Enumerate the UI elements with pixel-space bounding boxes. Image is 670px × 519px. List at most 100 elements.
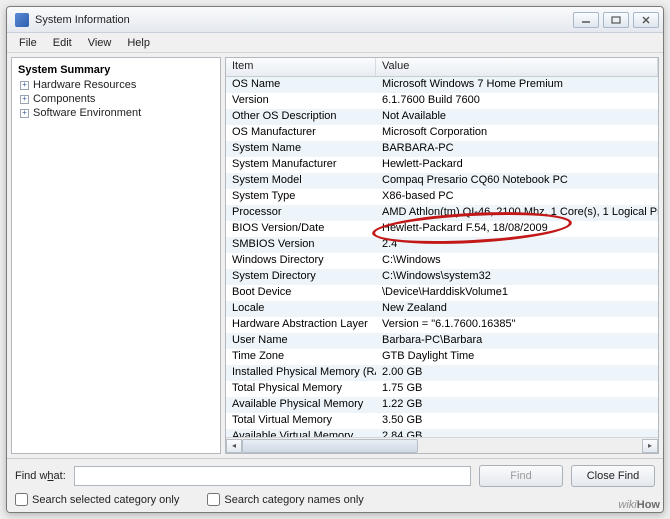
scroll-track[interactable] xyxy=(242,439,642,453)
expand-icon[interactable]: + xyxy=(20,109,29,118)
table-row[interactable]: Available Physical Memory1.22 GB xyxy=(226,397,658,413)
cell-value: AMD Athlon(tm) QI-46, 2100 Mhz, 1 Core(s… xyxy=(376,205,658,221)
tree-item[interactable]: + Components xyxy=(14,92,218,106)
close-button[interactable] xyxy=(633,12,659,28)
table-row[interactable]: Time ZoneGTB Daylight Time xyxy=(226,349,658,365)
app-icon xyxy=(15,13,29,27)
horizontal-scrollbar[interactable]: ◂ ▸ xyxy=(226,437,658,453)
window-title: System Information xyxy=(35,14,573,26)
cell-item: System Directory xyxy=(226,269,376,285)
cell-value: Barbara-PC\Barbara xyxy=(376,333,658,349)
scroll-thumb[interactable] xyxy=(242,439,418,453)
table-row[interactable]: Total Physical Memory1.75 GB xyxy=(226,381,658,397)
table-row[interactable]: System ManufacturerHewlett-Packard xyxy=(226,157,658,173)
cell-value: GTB Daylight Time xyxy=(376,349,658,365)
cell-item: Locale xyxy=(226,301,376,317)
find-button[interactable]: Find xyxy=(479,465,563,487)
cell-value: C:\Windows xyxy=(376,253,658,269)
cell-value: BARBARA-PC xyxy=(376,141,658,157)
table-row[interactable]: System NameBARBARA-PC xyxy=(226,141,658,157)
maximize-button[interactable] xyxy=(603,12,629,28)
cell-item: User Name xyxy=(226,333,376,349)
cell-value: Compaq Presario CQ60 Notebook PC xyxy=(376,173,658,189)
expand-icon[interactable]: + xyxy=(20,81,29,90)
search-selected-category-checkbox[interactable]: Search selected category only xyxy=(15,493,179,506)
cell-item: Total Virtual Memory xyxy=(226,413,376,429)
cell-item: System Model xyxy=(226,173,376,189)
table-row[interactable]: OS ManufacturerMicrosoft Corporation xyxy=(226,125,658,141)
close-find-button[interactable]: Close Find xyxy=(571,465,655,487)
cell-item: Installed Physical Memory (RAM) xyxy=(226,365,376,381)
cell-item: BIOS Version/Date xyxy=(226,221,376,237)
table-row[interactable]: BIOS Version/DateHewlett-Packard F.54, 1… xyxy=(226,221,658,237)
cell-item: Boot Device xyxy=(226,285,376,301)
cell-item: Other OS Description xyxy=(226,109,376,125)
cell-value: 1.22 GB xyxy=(376,397,658,413)
cell-item: System Manufacturer xyxy=(226,157,376,173)
table-row[interactable]: Total Virtual Memory3.50 GB xyxy=(226,413,658,429)
table-row[interactable]: Installed Physical Memory (RAM)2.00 GB xyxy=(226,365,658,381)
search-selected-category-input[interactable] xyxy=(15,493,28,506)
table-row[interactable]: Version6.1.7600 Build 7600 xyxy=(226,93,658,109)
search-category-names-input[interactable] xyxy=(207,493,220,506)
table-row[interactable]: Hardware Abstraction LayerVersion = "6.1… xyxy=(226,317,658,333)
column-header-item[interactable]: Item xyxy=(226,58,376,76)
menu-help[interactable]: Help xyxy=(119,35,158,51)
table-row[interactable]: ProcessorAMD Athlon(tm) QI-46, 2100 Mhz,… xyxy=(226,205,658,221)
menu-file[interactable]: File xyxy=(11,35,45,51)
cell-value: Microsoft Windows 7 Home Premium xyxy=(376,77,658,93)
cell-value: New Zealand xyxy=(376,301,658,317)
cell-value: 6.1.7600 Build 7600 xyxy=(376,93,658,109)
table-row[interactable]: Windows DirectoryC:\Windows xyxy=(226,253,658,269)
column-header-value[interactable]: Value xyxy=(376,58,658,76)
tree-item[interactable]: + Hardware Resources xyxy=(14,78,218,92)
cell-item: System Type xyxy=(226,189,376,205)
table-row[interactable]: System ModelCompaq Presario CQ60 Noteboo… xyxy=(226,173,658,189)
cell-item: Processor xyxy=(226,205,376,221)
find-what-label: Find what: xyxy=(15,470,66,482)
tree-root-system-summary[interactable]: System Summary xyxy=(14,62,218,78)
search-category-names-checkbox[interactable]: Search category names only xyxy=(207,493,363,506)
tree-item[interactable]: + Software Environment xyxy=(14,106,218,120)
cell-value: Not Available xyxy=(376,109,658,125)
cell-item: Hardware Abstraction Layer xyxy=(226,317,376,333)
watermark: wikiHow xyxy=(618,495,660,513)
cell-value: 1.75 GB xyxy=(376,381,658,397)
table-row[interactable]: OS NameMicrosoft Windows 7 Home Premium xyxy=(226,77,658,93)
cell-item: OS Name xyxy=(226,77,376,93)
cell-item: Version xyxy=(226,93,376,109)
tree-item-label: Software Environment xyxy=(33,107,141,119)
tree-item-label: Hardware Resources xyxy=(33,79,136,91)
table-row[interactable]: Available Virtual Memory2.84 GB xyxy=(226,429,658,437)
category-tree[interactable]: System Summary + Hardware Resources + Compo… xyxy=(11,57,221,454)
minimize-button[interactable] xyxy=(573,12,599,28)
titlebar[interactable]: System Information xyxy=(7,7,663,33)
table-row[interactable]: SMBIOS Version2.4 xyxy=(226,237,658,253)
cell-item: SMBIOS Version xyxy=(226,237,376,253)
cell-item: Windows Directory xyxy=(226,253,376,269)
table-row[interactable]: LocaleNew Zealand xyxy=(226,301,658,317)
cell-item: Available Physical Memory xyxy=(226,397,376,413)
cell-value: Hewlett-Packard F.54, 18/08/2009 xyxy=(376,221,658,237)
cell-item: Available Virtual Memory xyxy=(226,429,376,437)
details-list[interactable]: OS NameMicrosoft Windows 7 Home PremiumV… xyxy=(226,77,658,437)
find-input[interactable] xyxy=(74,466,471,486)
cell-value: \Device\HarddiskVolume1 xyxy=(376,285,658,301)
expand-icon[interactable]: + xyxy=(20,95,29,104)
tree-item-label: Components xyxy=(33,93,95,105)
scroll-left-button[interactable]: ◂ xyxy=(226,439,242,453)
cell-item: OS Manufacturer xyxy=(226,125,376,141)
cell-value: 3.50 GB xyxy=(376,413,658,429)
cell-item: Time Zone xyxy=(226,349,376,365)
scroll-right-button[interactable]: ▸ xyxy=(642,439,658,453)
column-headers[interactable]: Item Value xyxy=(226,58,658,77)
cell-value: 2.84 GB xyxy=(376,429,658,437)
table-row[interactable]: Other OS DescriptionNot Available xyxy=(226,109,658,125)
table-row[interactable]: Boot Device\Device\HarddiskVolume1 xyxy=(226,285,658,301)
table-row[interactable]: System TypeX86-based PC xyxy=(226,189,658,205)
menu-view[interactable]: View xyxy=(80,35,120,51)
table-row[interactable]: User NameBarbara-PC\Barbara xyxy=(226,333,658,349)
cell-value: C:\Windows\system32 xyxy=(376,269,658,285)
menu-edit[interactable]: Edit xyxy=(45,35,80,51)
table-row[interactable]: System DirectoryC:\Windows\system32 xyxy=(226,269,658,285)
